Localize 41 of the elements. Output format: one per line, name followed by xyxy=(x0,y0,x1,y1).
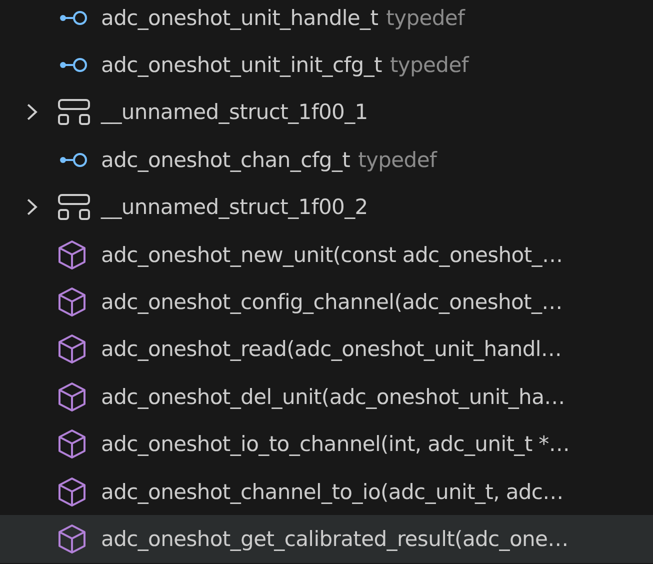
cube-icon xyxy=(58,240,86,270)
cube-icon xyxy=(58,429,86,460)
outline-item[interactable]: adc_oneshot_unit_handle_t typedef xyxy=(0,0,653,42)
outline-item[interactable]: adc_oneshot_io_to_channel(int, adc_unit_t *… xyxy=(0,420,653,468)
symbol-name: adc_oneshot_get_calibrated_result(adc_one… xyxy=(101,526,568,551)
symbol-name: adc_oneshot_new_unit(const adc_oneshot_… xyxy=(101,242,563,267)
symbol-detail: typedef xyxy=(358,148,437,172)
outline-item[interactable]: adc_oneshot_get_calibrated_result(adc_one… xyxy=(0,515,653,563)
struct-icon xyxy=(58,99,90,126)
typedef-icon xyxy=(58,57,90,74)
outline-item[interactable]: __unnamed_struct_1f00_1 xyxy=(0,88,653,136)
symbol-detail: typedef xyxy=(386,6,465,30)
symbol-name: __unnamed_struct_1f00_1 xyxy=(101,100,368,124)
cube-icon xyxy=(58,476,86,507)
symbol-name: adc_oneshot_channel_to_io(adc_unit_t, adc… xyxy=(101,480,564,504)
outline-item[interactable]: adc_oneshot_channel_to_io(adc_unit_t, adc… xyxy=(0,468,653,516)
outline-item[interactable]: adc_oneshot_del_unit(adc_oneshot_unit_ha… xyxy=(0,373,653,421)
symbol-detail: typedef xyxy=(390,53,468,78)
symbol-name: adc_oneshot_read(adc_oneshot_unit_handl… xyxy=(101,337,562,362)
symbol-name: adc_oneshot_unit_init_cfg_t xyxy=(101,53,382,78)
outline-item[interactable]: adc_oneshot_read(adc_oneshot_unit_handl… xyxy=(0,326,653,374)
outline-item[interactable]: adc_oneshot_config_channel(adc_oneshot_… xyxy=(0,278,653,326)
outline-item[interactable]: adc_oneshot_chan_cfg_t typedef xyxy=(0,136,653,184)
symbol-name: adc_oneshot_unit_handle_t xyxy=(101,6,378,30)
struct-icon xyxy=(58,194,90,220)
symbol-name: adc_oneshot_del_unit(adc_oneshot_unit_ha… xyxy=(101,384,565,409)
typedef-icon xyxy=(58,152,90,168)
symbol-name: __unnamed_struct_1f00_2 xyxy=(101,195,368,220)
symbol-name: adc_oneshot_config_channel(adc_oneshot_… xyxy=(101,290,562,314)
outline-item[interactable]: __unnamed_struct_1f00_2 xyxy=(0,184,653,231)
cube-icon xyxy=(58,334,86,364)
outline-item[interactable]: adc_oneshot_new_unit(const adc_oneshot_… xyxy=(0,230,653,278)
cube-icon xyxy=(58,287,86,318)
symbol-name: adc_oneshot_chan_cfg_t xyxy=(101,148,350,172)
chevron-right-icon[interactable] xyxy=(26,198,38,216)
outline-item[interactable]: adc_oneshot_unit_init_cfg_t typedef xyxy=(0,41,653,89)
symbol-name: adc_oneshot_io_to_channel(int, adc_unit_t *… xyxy=(101,432,570,456)
chevron-right-icon[interactable] xyxy=(26,103,38,122)
cube-icon xyxy=(58,382,86,412)
typedef-icon xyxy=(58,10,90,26)
cube-icon xyxy=(58,524,86,554)
